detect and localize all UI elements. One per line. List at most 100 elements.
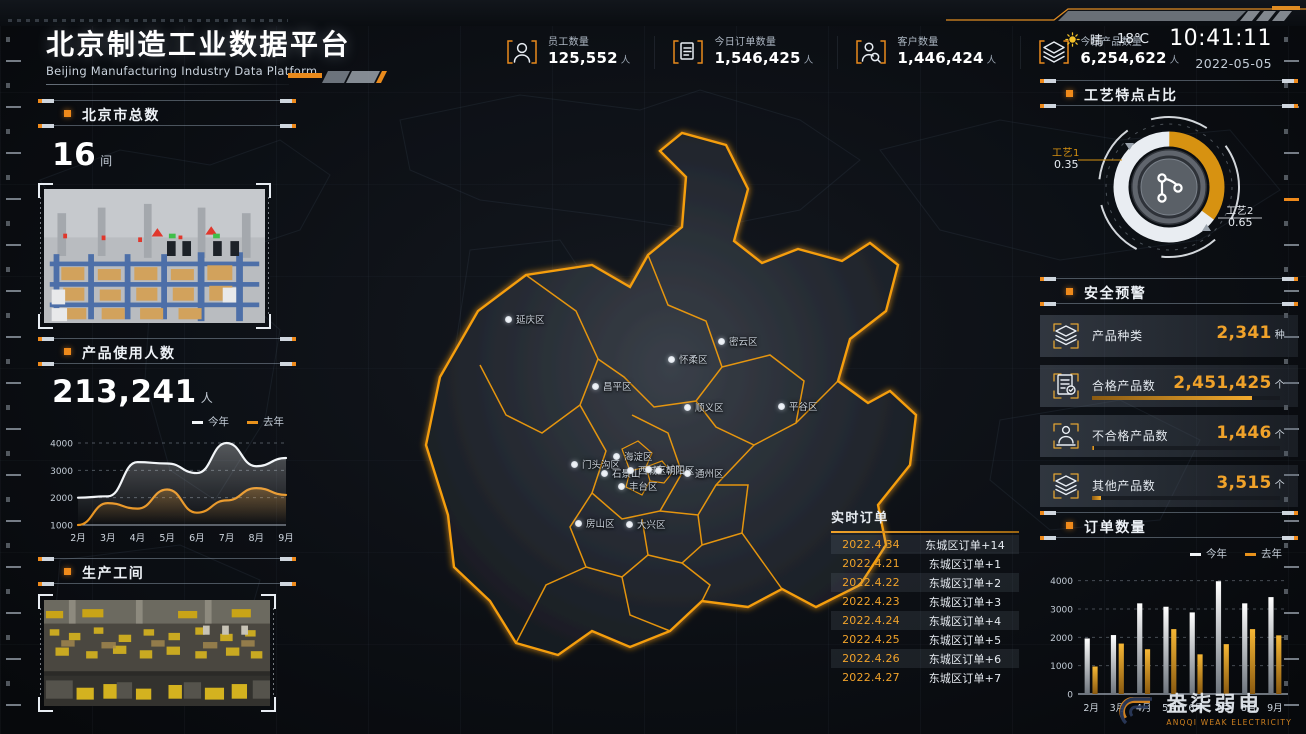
district-marker-dot (684, 404, 691, 411)
clock-time: 10:41:11 (1169, 28, 1272, 50)
panel-orders-header: 订单数量 (1040, 510, 1298, 540)
map-district-丰台区[interactable]: 丰台区 (618, 479, 658, 493)
table-row[interactable]: 2022.4.24东城区订单+4 (831, 611, 1019, 630)
order-date: 2022.4.25 (831, 633, 911, 646)
process-segment-1-label: 工艺1 (1052, 144, 1080, 159)
process-segment-2-label: 工艺2 (1226, 202, 1254, 217)
safety-row-1[interactable]: 产品种类 2,341种 (1040, 315, 1298, 357)
kpi-value: 125,552人 (548, 49, 630, 69)
map-district-房山区[interactable]: 房山区 (575, 516, 615, 530)
product-users-value: 213,241 (52, 374, 197, 410)
map-district-密云区[interactable]: 密云区 (718, 334, 758, 348)
panel-total-header: 北京市总数 (38, 98, 296, 128)
map-district-大兴区[interactable]: 大兴区 (626, 517, 666, 531)
line-chart-legend: 今年 去年 (38, 414, 296, 429)
product-users-line-chart[interactable]: 10002000300040002月3月4月5月6月7月8月9月 (38, 431, 296, 549)
total-count-unit: 间 (100, 154, 113, 168)
district-label: 大兴区 (637, 517, 666, 531)
process-segment-2-value: 0.65 (1228, 216, 1253, 229)
table-row[interactable]: 2022.4.25东城区订单+5 (831, 630, 1019, 649)
process-donut-chart[interactable] (1040, 108, 1298, 266)
panel-process-title: 工艺特点占比 (1084, 85, 1178, 105)
panel-total-title: 北京市总数 (82, 105, 160, 125)
panel-bullet-icon (1066, 522, 1073, 529)
kpi-2[interactable]: 今日订单数量1,546,425人 (671, 36, 838, 69)
panel-product-users: 产品使用人数 213,241人 今年去年 10002000300040002月3… (38, 336, 296, 553)
district-label: 怀柔区 (679, 352, 708, 366)
table-row[interactable]: 2022.4.23东城区订单+3 (831, 592, 1019, 611)
table-row[interactable]: 2022.4.27东城区订单+7 (831, 668, 1019, 687)
map-district-平谷区[interactable]: 平谷区 (778, 399, 818, 413)
map-district-昌平区[interactable]: 昌平区 (592, 379, 632, 393)
map-district-顺义区[interactable]: 顺义区 (684, 400, 724, 414)
kpi-value: 1,446,424人 (897, 49, 996, 69)
svg-text:4月: 4月 (130, 533, 146, 544)
legend-item-1[interactable]: 今年 (192, 414, 229, 429)
safety-row-label: 合格产品数 (1092, 377, 1156, 394)
legend-item-1[interactable]: 今年 (1190, 546, 1227, 561)
map-district-延庆区[interactable]: 延庆区 (505, 312, 545, 326)
safety-row-value: 2,341种 (1216, 323, 1285, 343)
sun-icon (1065, 32, 1080, 47)
district-marker-dot (575, 520, 582, 527)
svg-text:2月: 2月 (70, 533, 86, 544)
table-row[interactable]: 2022.4.22东城区订单+2 (831, 573, 1019, 592)
svg-text:3000: 3000 (1050, 606, 1073, 616)
district-label: 丰台区 (629, 479, 658, 493)
factory-floor-photo[interactable] (38, 594, 276, 712)
order-date: 2022.4.21 (831, 557, 911, 570)
left-ruler (4, 14, 24, 726)
district-label: 房山区 (586, 516, 615, 530)
safety-row-value: 2,451,425个 (1173, 373, 1285, 393)
warehouse-racking-photo[interactable] (38, 183, 271, 329)
svg-text:2000: 2000 (50, 494, 73, 504)
svg-text:8月: 8月 (249, 533, 265, 544)
district-label: 通州区 (695, 466, 724, 480)
safety-progress-fill (1092, 496, 1101, 500)
panel-safety-warning: 安全预警 产品种类2,341种合格产品数2,451,425个不合格产品数1,44… (1040, 276, 1298, 515)
panel-bullet-icon (64, 110, 71, 117)
map-district-怀柔区[interactable]: 怀柔区 (668, 352, 708, 366)
kpi-value: 1,546,425人 (714, 49, 813, 69)
weather-condition: 晴 (1090, 30, 1103, 49)
svg-text:4000: 4000 (50, 440, 73, 450)
order-text: 东城区订单+6 (911, 651, 1019, 667)
panel-total-count: 北京市总数 16间 (38, 98, 296, 329)
panel-bullet-icon (64, 348, 71, 355)
safety-row-2[interactable]: 合格产品数 2,451,425个 (1040, 365, 1298, 407)
svg-text:6月: 6月 (189, 533, 205, 544)
panel-process-ratio: 工艺特点占比 (1040, 78, 1298, 266)
district-label: 平谷区 (789, 399, 818, 413)
kpi-1[interactable]: 员工数量125,552人 (505, 36, 655, 69)
weather-temperature: 18℃ (1117, 31, 1149, 47)
table-row[interactable]: 2022.4.34东城区订单+14 (831, 535, 1019, 554)
order-doc-icon (671, 37, 705, 67)
kpi-3[interactable]: 客户数量1,446,424人 (854, 36, 1021, 69)
map-district-海淀区[interactable]: 海淀区 (613, 449, 653, 463)
svg-text:7月: 7月 (219, 533, 235, 544)
district-label: 顺义区 (695, 400, 724, 414)
svg-text:1000: 1000 (1050, 662, 1073, 672)
legend-item-2[interactable]: 去年 (1245, 546, 1282, 561)
defect-icon (1051, 421, 1081, 451)
order-date: 2022.4.23 (831, 595, 911, 608)
panel-bullet-icon (64, 568, 71, 575)
safety-row-label: 产品种类 (1092, 327, 1143, 344)
safety-row-list: 产品种类 2,341种合格产品数 2,451,425个不合格产品数1,446个其他产… (1040, 315, 1298, 507)
table-row[interactable]: 2022.4.21东城区订单+1 (831, 554, 1019, 573)
panel-users-header: 产品使用人数 (38, 336, 296, 366)
safety-row-3[interactable]: 不合格产品数1,446个 (1040, 415, 1298, 457)
panel-process-header: 工艺特点占比 (1040, 78, 1298, 108)
order-text: 东城区订单+7 (911, 670, 1019, 686)
qualified-doc-icon (1051, 371, 1081, 401)
map-district-通州区[interactable]: 通州区 (684, 466, 724, 480)
table-row[interactable]: 2022.4.26东城区订单+6 (831, 649, 1019, 668)
title-divider (46, 84, 289, 85)
legend-item-2[interactable]: 去年 (247, 414, 284, 429)
district-label: 密云区 (729, 334, 758, 348)
safety-row-4[interactable]: 其他产品数3,515个 (1040, 465, 1298, 507)
realtime-orders-table[interactable]: 实时订单 2022.4.34东城区订单+142022.4.21东城区订单+120… (831, 507, 1019, 687)
safety-row-value: 3,515个 (1216, 473, 1285, 493)
svg-text:1000: 1000 (50, 522, 73, 532)
dashboard-root: 延庆区密云区怀柔区昌平区顺义区平谷区门头沟区海淀区石景山西城区东城区朝阳区丰台区… (0, 0, 1306, 734)
